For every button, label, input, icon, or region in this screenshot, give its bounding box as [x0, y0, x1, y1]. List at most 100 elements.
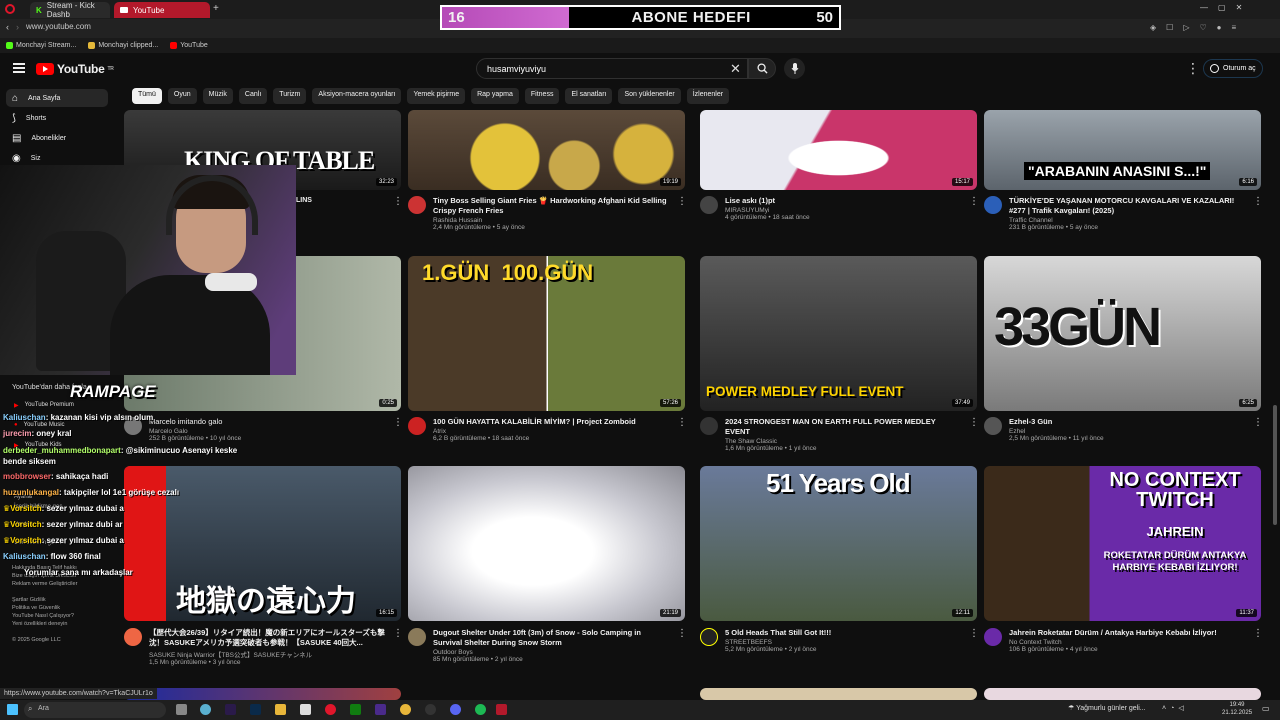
chip-tourism[interactable]: Turizm	[273, 88, 307, 104]
channel-avatar[interactable]	[408, 417, 426, 435]
video-thumbnail[interactable]: NO CONTEXT TWITCH JAHREIN ROKETATAR DÜRÜ…	[984, 466, 1261, 621]
opera-logo-icon[interactable]	[5, 4, 15, 14]
channel-name[interactable]: Outdoor Boys	[433, 649, 670, 656]
bookmark-youtube[interactable]: YouTube	[170, 42, 208, 49]
channel-avatar[interactable]	[984, 628, 1002, 646]
sidebar-item-subscriptions[interactable]: ▤ Abonelikler	[6, 129, 108, 147]
video-title[interactable]: 2024 STRONGEST MAN ON EARTH FULL POWER M…	[725, 417, 962, 437]
video-title[interactable]: Lise askı (1)pt	[725, 196, 962, 206]
taskbar-search[interactable]: ⌕ Ara	[24, 702, 166, 718]
more-actions-icon[interactable]: ⋮	[969, 417, 979, 452]
video-thumbnail[interactable]: 51 Years Old 12:11	[700, 466, 977, 621]
back-icon[interactable]: ‹	[6, 22, 9, 32]
premiere-icon[interactable]	[225, 704, 236, 715]
more-actions-icon[interactable]: ⋮	[677, 417, 687, 442]
channel-name[interactable]: No Context Twitch	[1009, 639, 1246, 646]
xbox-icon[interactable]	[350, 704, 361, 715]
chip-all[interactable]: Tümü	[132, 88, 162, 104]
chip-crafts[interactable]: El sanatları	[565, 88, 613, 104]
spotify-icon[interactable]	[475, 704, 486, 715]
more-actions-icon[interactable]: ⋮	[969, 196, 979, 221]
more-actions-icon[interactable]: ⋮	[1253, 417, 1263, 442]
hamburger-menu-icon[interactable]	[13, 63, 25, 73]
page-scrollbar[interactable]	[1273, 405, 1277, 525]
chip-game[interactable]: Oyun	[167, 88, 197, 104]
maximize-icon[interactable]: ▢	[1218, 3, 1226, 12]
close-window-icon[interactable]: ✕	[1236, 3, 1243, 12]
sidebar-item-shorts[interactable]: ⟆ Shorts	[6, 109, 108, 127]
profile-icon[interactable]: ●	[1217, 23, 1222, 32]
video-thumbnail[interactable]: 21:19	[408, 466, 685, 621]
more-actions-icon[interactable]: ⋮	[393, 417, 403, 442]
forward-icon[interactable]: ›	[16, 22, 19, 32]
search-button[interactable]	[748, 58, 776, 79]
tab-kick-dashboard[interactable]: K Stream - Kick Dashb	[30, 1, 110, 19]
photoshop-icon[interactable]	[250, 704, 261, 715]
more-actions-icon[interactable]: ⋮	[1253, 196, 1263, 231]
clear-search-icon[interactable]: ✕	[730, 61, 741, 77]
video-title[interactable]: 【歴代大会26/39】リタイア続出！魔の新エリアにオールスターズも撃沈！SASU…	[149, 628, 386, 648]
discord-icon[interactable]	[450, 704, 461, 715]
heart-icon[interactable]: ♡	[1199, 23, 1206, 32]
video-thumbnail[interactable]	[984, 688, 1261, 700]
notes-icon[interactable]	[300, 704, 311, 715]
video-title[interactable]: Tiny Boss Selling Giant Fries 🍟 Hardwork…	[433, 196, 670, 216]
video-thumbnail[interactable]	[700, 688, 977, 700]
video-thumbnail[interactable]	[124, 688, 401, 700]
tab-youtube[interactable]: YouTube	[114, 2, 210, 18]
channel-avatar[interactable]	[984, 417, 1002, 435]
video-title[interactable]: Jahrein Roketatar Dürüm / Antakya Harbiy…	[1009, 628, 1246, 638]
opera-icon[interactable]	[325, 704, 336, 715]
channel-avatar[interactable]	[408, 196, 426, 214]
more-actions-icon[interactable]: ⋮	[677, 628, 687, 663]
volume-icon[interactable]: ◁	[1178, 705, 1187, 712]
tray-expand-icon[interactable]: ˄	[1162, 705, 1170, 712]
chip-recent[interactable]: Son yüklenenler	[618, 88, 681, 104]
opera-gx-icon[interactable]	[496, 704, 507, 715]
video-thumbnail[interactable]: "ARABANIN ANASINI S...!" 6:16	[984, 110, 1261, 190]
chip-live[interactable]: Canlı	[238, 88, 268, 104]
channel-name[interactable]: STREETBEEFS	[725, 639, 962, 646]
video-thumbnail[interactable]: 33GÜN 6:25	[984, 256, 1261, 411]
chip-music[interactable]: Müzik	[202, 88, 233, 104]
play-icon[interactable]: ▷	[1183, 23, 1189, 32]
channel-avatar[interactable]	[700, 628, 718, 646]
obs-icon[interactable]	[425, 704, 436, 715]
menu-lines-icon[interactable]: ≡	[1232, 23, 1237, 32]
channel-avatar[interactable]	[124, 628, 142, 646]
video-title[interactable]: Marcelo imitando galo	[149, 417, 386, 427]
settings-more-icon[interactable]: ⋮	[1186, 60, 1200, 77]
channel-avatar[interactable]	[408, 628, 426, 646]
adobe-icon[interactable]	[375, 704, 386, 715]
search-input[interactable]: husamviyuviyu	[476, 58, 748, 79]
channel-name[interactable]: The Shaw Classic	[725, 438, 962, 445]
video-thumbnail[interactable]: 19:19	[408, 110, 685, 190]
app-icon[interactable]	[200, 704, 211, 715]
bookmark-monchayi-clipped[interactable]: Monchayi clipped...	[88, 42, 158, 49]
voice-search-button[interactable]	[784, 58, 805, 79]
video-thumbnail[interactable]: 15:17	[700, 110, 977, 190]
channel-name[interactable]: Ezhel	[1009, 428, 1246, 435]
channel-name[interactable]: Traffic Channel	[1009, 217, 1246, 224]
new-tab-button[interactable]: +	[213, 3, 219, 14]
clock[interactable]: 19:49 21.12.2025	[1222, 701, 1252, 717]
minimize-icon[interactable]: —	[1200, 3, 1208, 12]
channel-name[interactable]: MIRASUYUMyi	[725, 207, 962, 214]
channel-name[interactable]: Atrix	[433, 428, 670, 435]
chip-rap[interactable]: Rap yapma	[471, 88, 519, 104]
channel-avatar[interactable]	[700, 196, 718, 214]
task-view-icon[interactable]	[176, 704, 187, 715]
channel-name[interactable]: Rashida Hussain	[433, 217, 670, 224]
bookmark-icon[interactable]: ☐	[1166, 23, 1173, 32]
video-title[interactable]: Dugout Shelter Under 10ft (3m) of Snow -…	[433, 628, 670, 648]
video-thumbnail[interactable]: POWER MEDLEY FULL EVENT 37:49	[700, 256, 977, 411]
video-title[interactable]: Ezhel-3 Gün	[1009, 417, 1246, 427]
channel-avatar[interactable]	[984, 196, 1002, 214]
url-field[interactable]: www.youtube.com	[26, 22, 91, 31]
chip-action-adventure[interactable]: Aksiyon-macera oyunları	[312, 88, 402, 104]
weather-widget[interactable]: ☂ Yağmurlu günler geli...	[1068, 704, 1146, 712]
bookmark-monchayi-stream[interactable]: Monchayi Stream...	[6, 42, 76, 49]
channel-name[interactable]: Marcelo Galo	[149, 428, 386, 435]
chrome-icon[interactable]	[400, 704, 411, 715]
video-title[interactable]: 5 Old Heads That Still Got It!!!	[725, 628, 962, 638]
